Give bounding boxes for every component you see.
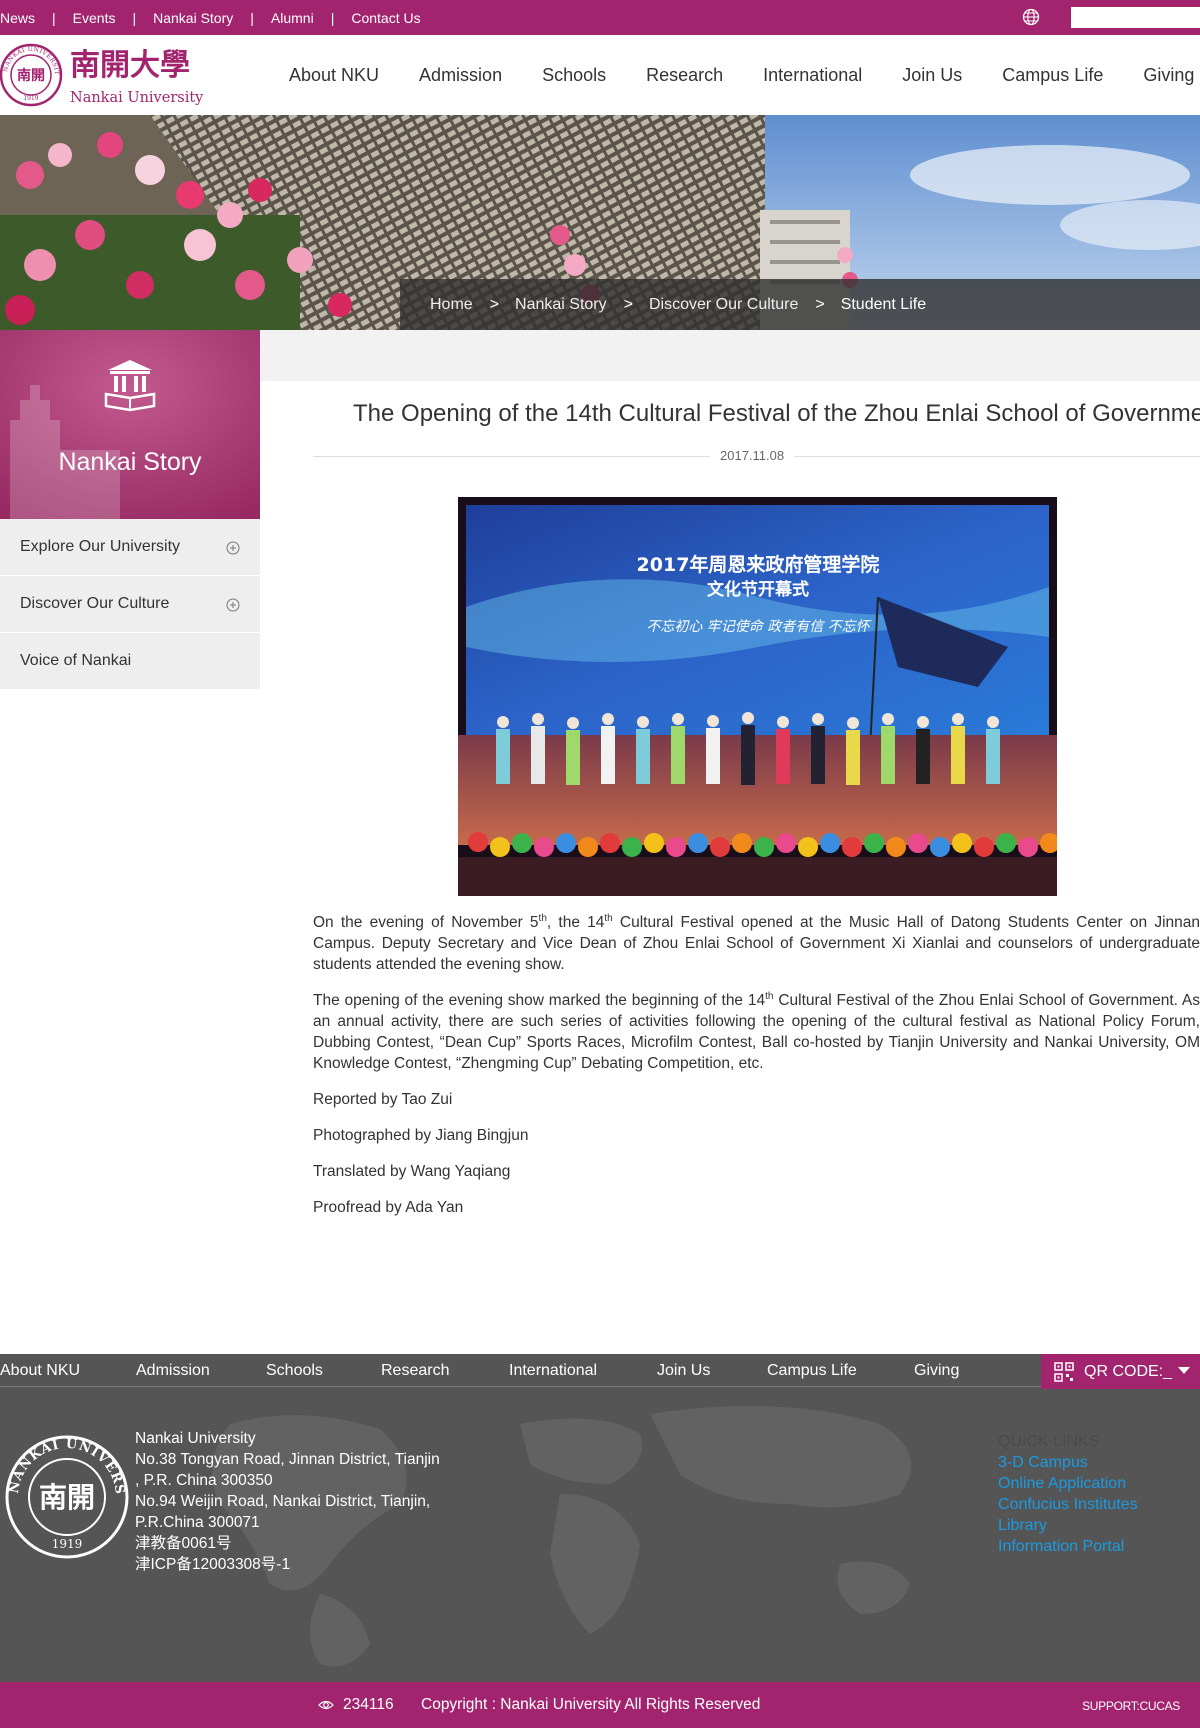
qr-code-icon: [1054, 1361, 1074, 1382]
utility-link-alumni[interactable]: Alumni: [271, 10, 314, 26]
sidebar-item-label: Explore Our University: [20, 538, 181, 555]
expand-plus-icon[interactable]: [226, 598, 240, 612]
article-paragraph: On the evening of November 5th, the 14th…: [313, 912, 1200, 973]
breadcrumb-home[interactable]: Home: [430, 296, 473, 314]
svg-text:1919: 1919: [23, 95, 38, 102]
utility-links: News | Events | Nankai Story | Alumni | …: [0, 9, 421, 26]
qr-code-label: QR CODE:_: [1084, 1362, 1173, 1380]
svg-text:南開: 南開: [17, 67, 45, 84]
utility-link-events[interactable]: Events: [73, 10, 116, 26]
breadcrumb-nankai-story[interactable]: Nankai Story: [515, 296, 607, 314]
nav-about-nku[interactable]: About NKU: [289, 65, 379, 86]
svg-text:南開大學: 南開大學: [70, 48, 190, 83]
copyright-bar: 234116 Copyright : Nankai University All…: [0, 1682, 1200, 1728]
nav-join-us[interactable]: Join Us: [902, 65, 962, 86]
sidebar-item-discover-our-culture[interactable]: Discover Our Culture: [0, 576, 260, 633]
site-header: NANKAI UNIVERSITY 南開 1919 南開大學 Nankai Un…: [0, 35, 1200, 115]
svg-text:1919: 1919: [52, 1537, 83, 1551]
sidebar-item-voice-of-nankai[interactable]: Voice of Nankai: [0, 633, 260, 690]
credit-proofreader: Proofread by Ada Yan: [313, 1199, 464, 1216]
utility-link-news[interactable]: News: [0, 10, 35, 26]
footer-nav-join-us[interactable]: Join Us: [657, 1362, 710, 1380]
book-library-icon: [104, 360, 156, 412]
copyright-text: Copyright : Nankai University All Rights…: [421, 1696, 761, 1713]
article-title: The Opening of the 14th Cultural Festiva…: [353, 400, 1200, 427]
chevron-down-icon: [1178, 1367, 1190, 1374]
nav-research[interactable]: Research: [646, 65, 723, 86]
footer-nav-international[interactable]: International: [509, 1362, 597, 1380]
sidebar-menu: Explore Our University Discover Our Cult…: [0, 519, 260, 690]
quick-link-library[interactable]: Library: [998, 1515, 1138, 1536]
footer-address: Nankai University No.38 Tongyan Road, Ji…: [135, 1430, 440, 1573]
sidebar-item-explore-our-university[interactable]: Explore Our University: [0, 519, 260, 576]
article-date: 2017.11.08: [710, 448, 795, 463]
sidebar-header: Nankai Story: [0, 330, 260, 519]
nankai-seal-footer: NANKAI UNIVERSITY 南開 1919: [4, 1434, 129, 1559]
eye-icon: [318, 1700, 334, 1710]
nav-schools[interactable]: Schools: [542, 65, 606, 86]
sidebar-title: Nankai Story: [58, 448, 202, 476]
footer-nav-admission[interactable]: Admission: [136, 1362, 210, 1380]
nav-international[interactable]: International: [763, 65, 862, 86]
sidebar-item-label: Voice of Nankai: [20, 652, 132, 669]
globe-icon[interactable]: [1022, 8, 1040, 26]
visit-counter: 234116: [343, 1696, 394, 1713]
quick-links: QUICK LINKS 3-D Campus Online Applicatio…: [998, 1431, 1138, 1557]
support-text: SUPPORT:CUCAS: [1082, 1699, 1180, 1713]
quick-link-confucius-institutes[interactable]: Confucius Institutes: [998, 1494, 1138, 1515]
utility-link-nankai-story[interactable]: Nankai Story: [153, 10, 233, 26]
svg-text:Nankai University: Nankai University: [70, 90, 204, 106]
svg-text:不忘初心 牢记使命 政者有信 不忘怀: 不忘初心 牢记使命 政者有信 不忘怀: [646, 619, 871, 635]
breadcrumb-discover-our-culture[interactable]: Discover Our Culture: [649, 296, 798, 314]
search-input[interactable]: [1071, 7, 1200, 28]
sidebar-item-label: Discover Our Culture: [20, 595, 170, 612]
article-photo[interactable]: 2017年周恩来政府管理学院 文化节开幕式 不忘初心 牢记使命 政者有信 不忘怀: [458, 497, 1057, 896]
footer-nav: About NKU Admission Schools Research Int…: [0, 1354, 1200, 1387]
credit-translator: Translated by Wang Yaqiang: [313, 1163, 511, 1180]
footer-nav-schools[interactable]: Schools: [266, 1362, 323, 1380]
article-paragraph: The opening of the evening show marked t…: [313, 990, 1200, 1072]
nankai-logo[interactable]: NANKAI UNIVERSITY 南開 1919 南開大學 Nankai Un…: [0, 42, 215, 108]
footer-nav-giving[interactable]: Giving: [914, 1362, 959, 1380]
breadcrumb: Home > Nankai Story > Discover Our Cultu…: [400, 279, 1200, 330]
utility-link-contact-us[interactable]: Contact Us: [351, 10, 420, 26]
quick-link-online-application[interactable]: Online Application: [998, 1473, 1138, 1494]
breadcrumb-student-life[interactable]: Student Life: [841, 296, 926, 314]
quick-links-heading: QUICK LINKS: [998, 1433, 1100, 1450]
footer-nav-research[interactable]: Research: [381, 1362, 449, 1380]
page-banner: Home > Nankai Story > Discover Our Cultu…: [0, 115, 1200, 330]
main-nav: About NKU Admission Schools Research Int…: [289, 35, 1200, 115]
svg-text:文化节开幕式: 文化节开幕式: [707, 579, 809, 600]
nav-admission[interactable]: Admission: [419, 65, 502, 86]
article-body: On the evening of November 5th, the 14th…: [313, 912, 1200, 1233]
content-top-strip: [260, 330, 1200, 381]
nav-giving[interactable]: Giving: [1143, 65, 1194, 86]
quick-link-3d-campus[interactable]: 3-D Campus: [998, 1452, 1138, 1473]
credit-reporter: Reported by Tao Zui: [313, 1091, 453, 1108]
footer-nav-campus-life[interactable]: Campus Life: [767, 1362, 857, 1380]
credit-photographer: Photographed by Jiang Bingjun: [313, 1127, 529, 1144]
site-footer: About NKU Admission Schools Research Int…: [0, 1354, 1200, 1682]
top-utility-bar: News | Events | Nankai Story | Alumni | …: [0, 0, 1200, 35]
nav-campus-life[interactable]: Campus Life: [1002, 65, 1103, 86]
quick-link-information-portal[interactable]: Information Portal: [998, 1536, 1138, 1557]
qr-code-button[interactable]: QR CODE:_: [1041, 1354, 1200, 1389]
footer-nav-about-nku[interactable]: About NKU: [0, 1362, 80, 1380]
expand-plus-icon[interactable]: [226, 541, 240, 555]
svg-text:2017年周恩来政府管理学院: 2017年周恩来政府管理学院: [637, 553, 880, 576]
svg-text:南開: 南開: [39, 1481, 95, 1514]
